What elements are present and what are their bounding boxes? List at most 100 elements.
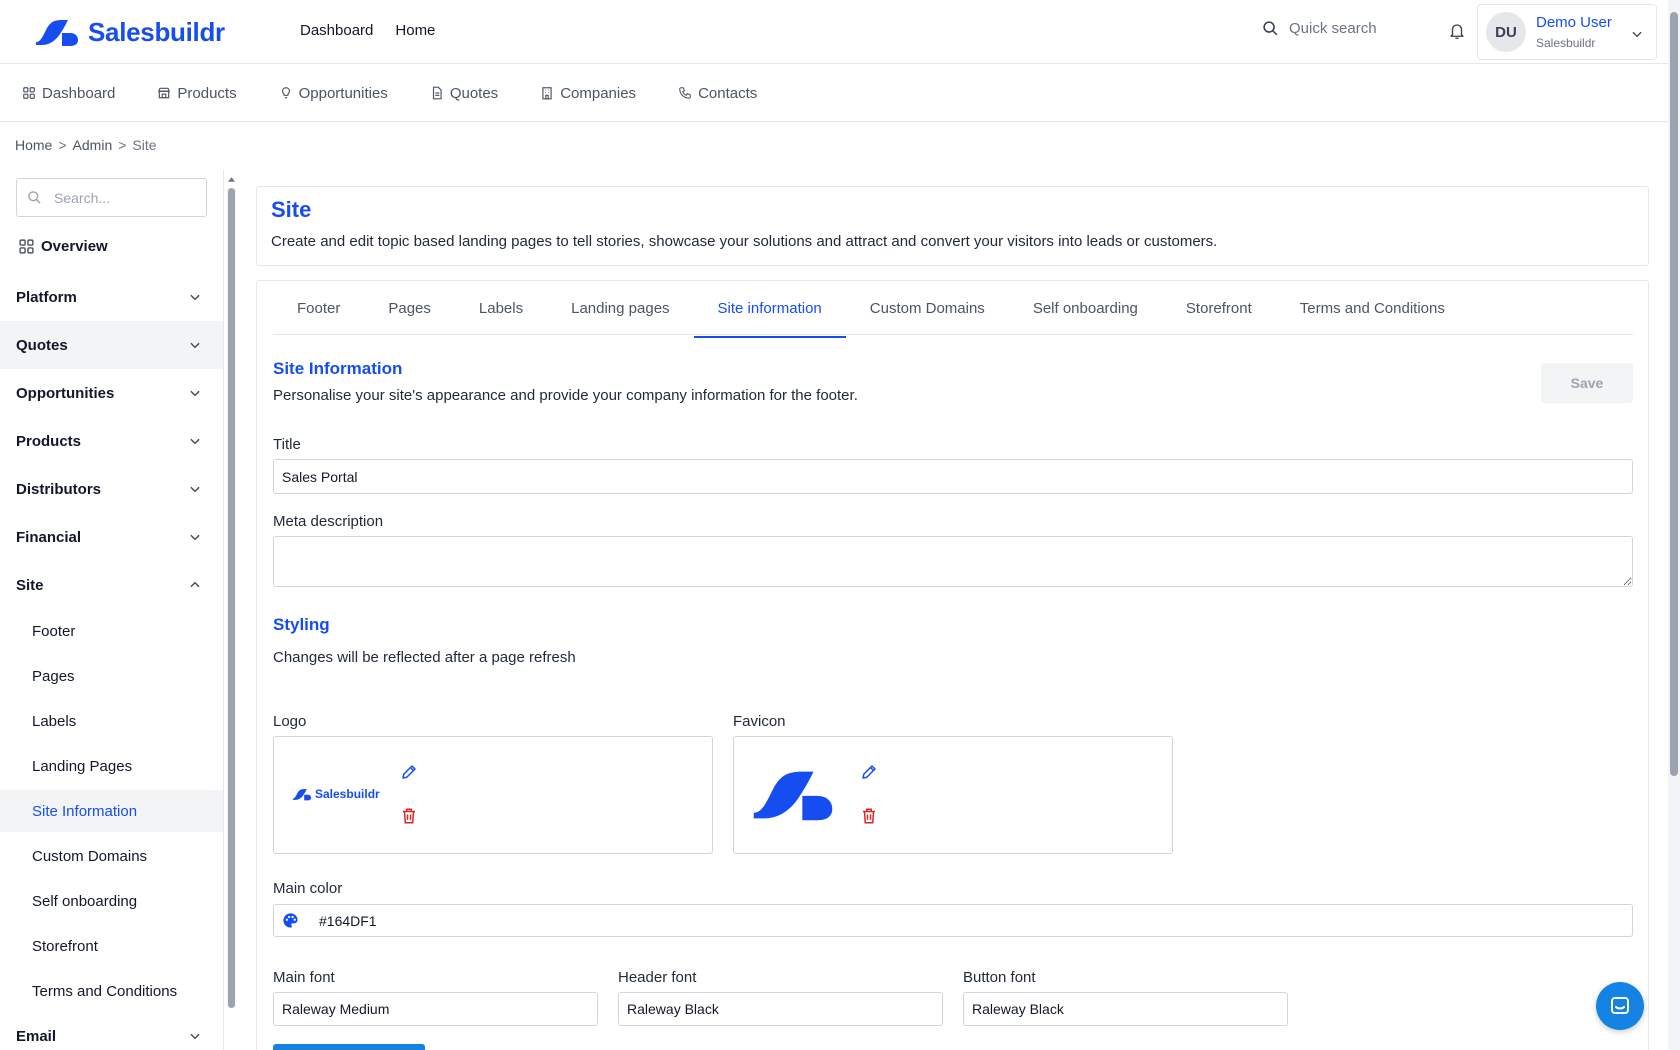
sidebar-search-input[interactable]: Search... (16, 178, 207, 217)
meta-description-field[interactable] (273, 536, 1633, 587)
tab-pages[interactable]: Pages (364, 284, 455, 338)
delete-favicon-trash-icon[interactable] (860, 807, 878, 825)
brand-mark-icon (36, 20, 78, 46)
user-menu[interactable]: DU Demo User Salesbuildr (1477, 4, 1657, 60)
chevron-up-icon (190, 581, 200, 588)
page-scrollbar[interactable] (1668, 0, 1680, 1050)
breadcrumb-admin[interactable]: Admin (73, 137, 113, 153)
edit-favicon-pencil-icon[interactable] (860, 763, 878, 781)
chevron-down-icon (190, 486, 200, 493)
sidebar-section-quotes[interactable]: Quotes (0, 321, 223, 369)
tab-labels[interactable]: Labels (455, 284, 547, 338)
save-button[interactable]: Save (1541, 363, 1633, 403)
dashboard-icon (19, 239, 34, 254)
tab-custom-domains[interactable]: Custom Domains (846, 284, 1009, 338)
tab-storefront[interactable]: Storefront (1162, 284, 1276, 338)
topnav-home[interactable]: Home (395, 22, 435, 39)
sidebar-scrollbar-thumb[interactable] (228, 188, 235, 1008)
tab-landing-pages[interactable]: Landing pages (547, 284, 693, 338)
subnav-quotes[interactable]: Quotes (430, 85, 498, 102)
tab-terms-and-conditions[interactable]: Terms and Conditions (1276, 284, 1469, 338)
tab-site-information[interactable]: Site information (693, 284, 846, 338)
button-font-input[interactable] (963, 992, 1288, 1026)
bell-icon[interactable] (1448, 22, 1466, 40)
breadcrumb-current: Site (132, 137, 157, 153)
user-company: Salesbuildr (1536, 35, 1596, 50)
main-font-input[interactable] (273, 992, 598, 1026)
chevron-down-icon (190, 438, 200, 445)
document-icon (432, 86, 442, 100)
brand-name: Salesbuildr (88, 17, 225, 47)
breadcrumb: Home > Admin > Site (15, 137, 157, 153)
logo-upload-box: Salesbuildr (273, 736, 713, 854)
chevron-down-icon (1632, 31, 1642, 38)
brand-logo[interactable]: Salesbuildr (34, 17, 225, 48)
sidebar-section-label: Distributors (16, 480, 102, 498)
sidebar-section-financial[interactable]: Financial (0, 513, 223, 561)
sidebar-item-pages[interactable]: Pages (0, 655, 223, 697)
sidebar-section-email[interactable]: Email (0, 1012, 223, 1050)
subnav-dashboard[interactable]: Dashboard (22, 85, 115, 102)
logo-preview: Salesbuildr (292, 787, 380, 801)
site-information-description: Personalise your site's appearance and p… (273, 387, 858, 404)
sidebar-section-products[interactable]: Products (0, 417, 223, 465)
chevron-down-icon (190, 1033, 200, 1040)
admin-sidebar: Search... Overview Platform Quotes Oppor… (0, 170, 224, 1050)
subnav-products[interactable]: Products (157, 84, 237, 102)
sidebar-section-opportunities[interactable]: Opportunities (0, 369, 223, 417)
sidebar-section-distributors[interactable]: Distributors (0, 465, 223, 513)
dashboard-icon (23, 87, 35, 99)
subnav-companies[interactable]: Companies (540, 85, 636, 102)
quick-search[interactable]: Quick search (1262, 20, 1377, 37)
sidebar-overview-label: Overview (41, 238, 108, 255)
phone-icon (679, 87, 691, 99)
sidebar-section-label: Quotes (16, 336, 68, 354)
site-settings-card: Footer Pages Labels Landing pages Site i… (256, 280, 1649, 1050)
page-description: Create and edit topic based landing page… (271, 233, 1218, 250)
sidebar-item-custom-domains[interactable]: Custom Domains (0, 835, 223, 877)
header-font-input[interactable] (618, 992, 943, 1026)
main-color-input[interactable]: #164DF1 (273, 904, 1633, 937)
topnav-dashboard[interactable]: Dashboard (300, 22, 373, 39)
tab-footer[interactable]: Footer (273, 284, 364, 338)
edit-logo-pencil-icon[interactable] (400, 763, 418, 781)
sidebar-item-site-information[interactable]: Site Information (0, 790, 223, 832)
sidebar-item-overview[interactable]: Overview (18, 238, 108, 255)
sidebar-section-site[interactable]: Site (0, 561, 223, 609)
sidebar-item-terms-and-conditions[interactable]: Terms and Conditions (0, 970, 223, 1012)
subnav-products-label: Products (177, 84, 237, 102)
sidebar-item-self-onboarding[interactable]: Self onboarding (0, 880, 223, 922)
delete-logo-trash-icon[interactable] (400, 807, 418, 825)
subnav-opportunities[interactable]: Opportunities (279, 85, 388, 102)
page-scrollbar-thumb[interactable] (1670, 12, 1678, 776)
breadcrumb-home[interactable]: Home (15, 137, 52, 153)
button-font-label: Button font (963, 969, 1036, 986)
module-nav: Dashboard Products Opportunities Quotes … (0, 65, 1668, 122)
meta-description-label: Meta description (273, 513, 384, 530)
sidebar-item-landing-pages[interactable]: Landing Pages (0, 745, 223, 787)
top-bar: Salesbuildr Dashboard Home Quick search … (0, 0, 1668, 64)
sidebar-search-placeholder: Search... (54, 189, 111, 206)
sidebar-scrollbar[interactable] (227, 188, 236, 1008)
chevron-down-icon (190, 390, 200, 397)
subnav-companies-label: Companies (560, 84, 637, 102)
breadcrumb-separator: > (118, 137, 127, 153)
primary-button[interactable] (273, 1044, 425, 1050)
logo-label: Logo (273, 713, 307, 730)
title-input[interactable] (273, 459, 1633, 494)
sidebar-item-footer[interactable]: Footer (0, 610, 223, 652)
top-nav: Dashboard Home (300, 22, 435, 39)
chevron-down-icon (190, 534, 200, 541)
sidebar-section-label: Platform (16, 288, 77, 306)
sidebar-item-storefront[interactable]: Storefront (0, 925, 223, 967)
tab-self-onboarding[interactable]: Self onboarding (1009, 284, 1162, 338)
avatar: DU (1486, 12, 1526, 52)
sidebar-item-labels[interactable]: Labels (0, 700, 223, 742)
scroll-up-arrow-icon[interactable] (227, 174, 236, 184)
sidebar-section-label: Site (16, 576, 44, 594)
chat-launcher-button[interactable] (1596, 982, 1644, 1030)
chat-icon (1611, 997, 1629, 1014)
subnav-quotes-label: Quotes (449, 84, 499, 102)
subnav-contacts[interactable]: Contacts (678, 85, 757, 102)
sidebar-section-platform[interactable]: Platform (0, 273, 223, 321)
